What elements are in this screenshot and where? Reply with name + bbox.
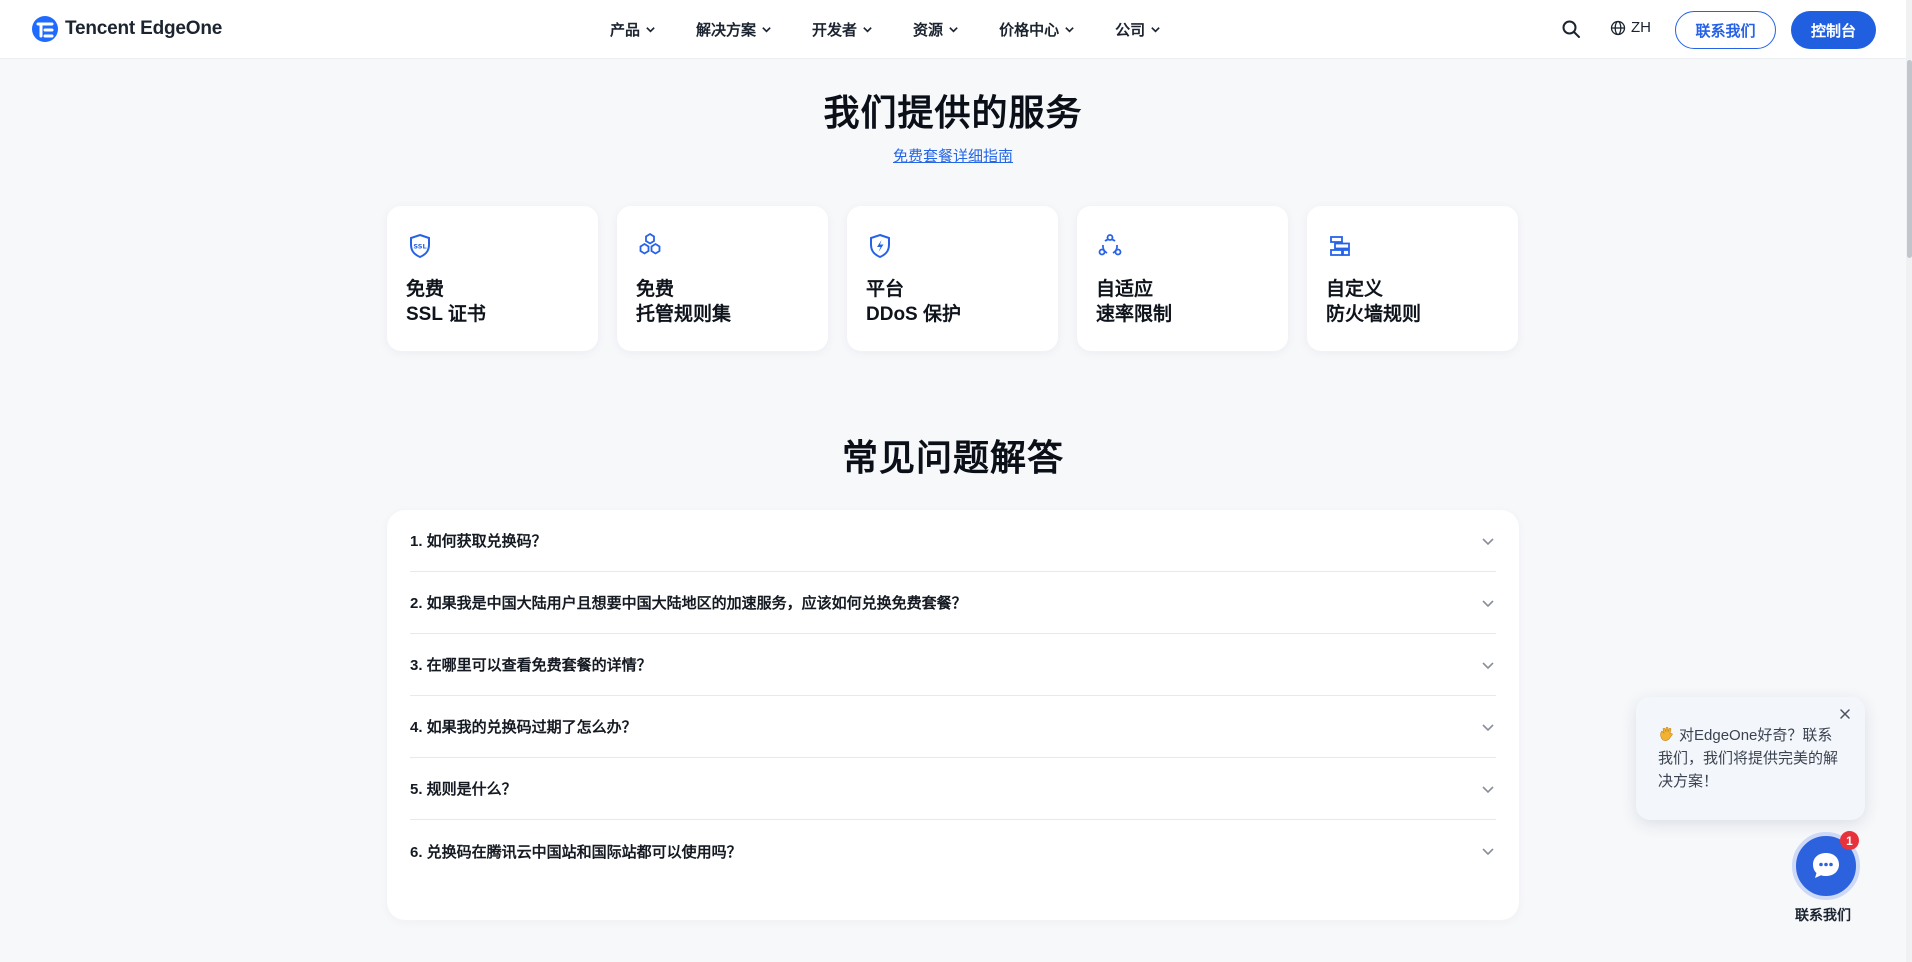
card-title-line2: 速率限制 <box>1096 304 1173 325</box>
faq-list: 1. 如何获取兑换码？ 2. 如果我是中国大陆用户且想要中国大陆地区的加速服务，… <box>387 510 1519 920</box>
chat-label: 联系我们 <box>1795 907 1851 923</box>
faq-question: 5. 规则是什么？ <box>410 781 517 798</box>
cycle-nodes-icon <box>1098 234 1122 256</box>
card-title-line2: 托管规则集 <box>636 304 732 325</box>
card-title-line1: 自定义 <box>1326 279 1384 300</box>
chat-bubble-icon <box>1813 853 1839 878</box>
chevron-down-icon <box>1482 723 1494 731</box>
service-card-ddos[interactable]: 平台 DDoS 保护 <box>847 206 1058 351</box>
card-title-line1: 免费 <box>636 279 675 300</box>
card-title-line2: DDoS 保护 <box>866 304 962 325</box>
card-title-line2: 防火墙规则 <box>1326 304 1422 325</box>
chevron-down-icon <box>1482 661 1494 669</box>
nav-label: 产品 <box>610 22 641 39</box>
faq-item[interactable]: 6. 兑换码在腾讯云中国站和国际站都可以使用吗？ <box>410 820 1496 882</box>
page-scrollbar-thumb[interactable] <box>1907 60 1912 258</box>
faq-title: 常见问题解答 <box>841 437 1064 478</box>
service-card-ssl[interactable]: SSL 免费 SSL 证书 <box>387 206 598 351</box>
nav-products[interactable]: 产品 <box>610 19 656 40</box>
nav-label: 开发者 <box>812 22 858 39</box>
chevron-down-icon <box>1065 27 1074 33</box>
chat-message: 对EdgeOne好奇？联系我们，我们将提供完美的解决方案！ <box>1658 727 1839 790</box>
faq-question: 2. 如果我是中国大陆用户且想要中国大陆地区的加速服务，应该如何兑换免费套餐？ <box>410 595 967 612</box>
globe-icon <box>1610 20 1626 35</box>
card-title-line1: 免费 <box>406 279 445 300</box>
nav-label: 资源 <box>913 22 944 39</box>
chevron-down-icon <box>646 27 655 33</box>
brand-name: Tencent EdgeOne <box>65 18 223 39</box>
faq-item[interactable]: 2. 如果我是中国大陆用户且想要中国大陆地区的加速服务，应该如何兑换免费套餐？ <box>410 572 1496 634</box>
nav-pricing[interactable]: 价格中心 <box>999 19 1075 40</box>
chevron-down-icon <box>949 27 958 33</box>
services-cards: SSL 免费 SSL 证书 免费 托管规则集 平台 DDoS 保护 自适应 速率… <box>387 206 1518 351</box>
shield-bolt-icon <box>870 233 890 259</box>
card-title-line1: 平台 <box>866 279 905 300</box>
edgeone-logo-icon <box>32 16 58 42</box>
service-card-firewall[interactable]: 自定义 防火墙规则 <box>1307 206 1518 351</box>
nav-company[interactable]: 公司 <box>1115 19 1161 40</box>
service-card-managed-rules[interactable]: 免费 托管规则集 <box>617 206 828 351</box>
card-title-line1: 自适应 <box>1096 279 1154 300</box>
hexagon-cluster-icon <box>639 232 661 255</box>
chevron-down-icon <box>1482 599 1494 607</box>
close-icon[interactable] <box>1838 707 1852 721</box>
faq-question: 4. 如果我的兑换码过期了怎么办？ <box>410 719 637 736</box>
nav-label: 价格中心 <box>999 22 1060 39</box>
faq-item[interactable]: 3. 在哪里可以查看免费套餐的详情？ <box>410 634 1496 696</box>
chevron-down-icon <box>1482 537 1494 545</box>
svg-text:SSL: SSL <box>413 243 426 251</box>
console-button[interactable]: 控制台 <box>1791 11 1876 49</box>
faq-question: 1. 如何获取兑换码？ <box>410 533 547 550</box>
notification-badge: 1 <box>1840 831 1859 850</box>
ssl-shield-icon: SSL <box>410 233 430 259</box>
faq-item[interactable]: 5. 规则是什么？ <box>410 758 1496 820</box>
contact-us-button[interactable]: 联系我们 <box>1675 11 1776 49</box>
faq-item[interactable]: 1. 如何获取兑换码？ <box>410 510 1496 572</box>
faq-question: 6. 兑换码在腾讯云中国站和国际站都可以使用吗？ <box>410 843 742 861</box>
logo[interactable]: Tencent EdgeOne <box>31 15 222 43</box>
chevron-down-icon <box>863 27 872 33</box>
chevron-down-icon <box>1151 27 1160 33</box>
chat-popup: 对EdgeOne好奇？联系我们，我们将提供完美的解决方案！ <box>1636 697 1865 820</box>
waving-hand-icon <box>1660 726 1673 741</box>
main-nav: 产品 解决方案 开发者 资源 价格中心 公司 <box>610 0 1161 59</box>
nav-resources[interactable]: 资源 <box>913 19 959 40</box>
language-label: ZH <box>1631 19 1651 36</box>
nav-label: 解决方案 <box>696 22 757 39</box>
firewall-bricks-icon <box>1330 236 1350 256</box>
search-icon[interactable] <box>1561 19 1581 39</box>
top-navbar: Tencent EdgeOne 产品 解决方案 开发者 资源 价格中心 公司 Z… <box>0 0 1912 59</box>
service-card-rate-limit[interactable]: 自适应 速率限制 <box>1077 206 1288 351</box>
chevron-down-icon <box>762 27 771 33</box>
faq-question: 3. 在哪里可以查看免费套餐的详情？ <box>410 657 652 674</box>
faq-item[interactable]: 4. 如果我的兑换码过期了怎么办？ <box>410 696 1496 758</box>
free-plan-guide-link[interactable]: 免费套餐详细指南 <box>0 145 1906 166</box>
nav-solutions[interactable]: 解决方案 <box>696 19 772 40</box>
nav-label: 公司 <box>1115 22 1146 39</box>
services-title: 我们提供的服务 <box>823 92 1083 133</box>
nav-developers[interactable]: 开发者 <box>812 19 873 40</box>
chevron-down-icon <box>1482 848 1494 856</box>
chevron-down-icon <box>1482 785 1494 793</box>
language-switcher[interactable]: ZH <box>1610 19 1651 36</box>
card-title-line2: SSL 证书 <box>406 304 486 325</box>
